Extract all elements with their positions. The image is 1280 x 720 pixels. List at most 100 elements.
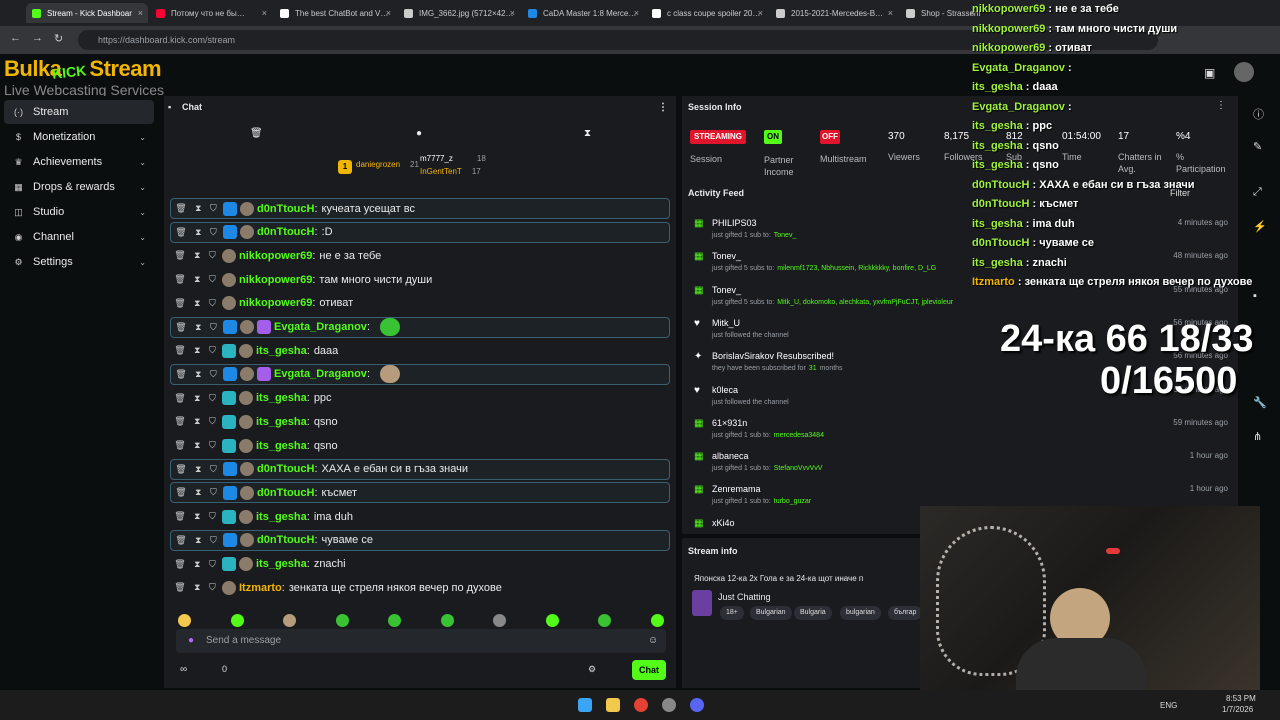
browser-tab[interactable]: IMG_3662.jpg (5712×42… ×: [398, 3, 520, 23]
sidebar-item-drops-rewards[interactable]: ▦ Drops & rewards ⌄: [4, 175, 154, 199]
chat-icon[interactable]: ▪: [1253, 290, 1257, 302]
chrome-icon[interactable]: [634, 698, 648, 712]
stream-tag[interactable]: 18+: [720, 606, 744, 620]
top-gifter[interactable]: 1 daniegrozen 21: [338, 160, 419, 174]
hourglass-icon[interactable]: ⧗: [194, 298, 200, 309]
hourglass-icon[interactable]: ⧗: [195, 369, 201, 380]
chat-username[interactable]: d0nTtoucH: [257, 487, 314, 499]
language-indicator[interactable]: ENG: [1160, 701, 1177, 710]
emote-icon[interactable]: [650, 614, 664, 627]
browser-tab[interactable]: c class coupe spoiler 20… ×: [646, 3, 768, 23]
activity-name[interactable]: 61×931n: [712, 418, 747, 428]
chat-username[interactable]: Itzmarto: [239, 582, 282, 594]
lightning-icon[interactable]: ⚡: [1253, 220, 1267, 233]
emote-icon[interactable]: [178, 614, 191, 627]
trash-icon[interactable]: 🗑: [174, 440, 185, 451]
chat-username[interactable]: nikkopower69: [239, 297, 312, 309]
obs-icon[interactable]: [662, 698, 676, 712]
clock-date[interactable]: 1/7/2026: [1222, 705, 1253, 714]
hourglass-icon[interactable]: ⧗: [194, 345, 200, 356]
chat-username[interactable]: d0nTtoucH: [257, 203, 314, 215]
share-icon[interactable]: ⋔: [1253, 430, 1262, 443]
activity-name[interactable]: Tonev_: [712, 251, 741, 261]
category-name[interactable]: Just Chatting: [718, 592, 771, 602]
trash-icon[interactable]: 🗑: [174, 511, 185, 522]
shield-icon[interactable]: ⛉: [210, 464, 217, 475]
chat-username[interactable]: d0nTtoucH: [257, 463, 314, 475]
chat-username[interactable]: d0nTtoucH: [257, 534, 314, 546]
stream-tag[interactable]: bulgarian: [840, 606, 881, 620]
hourglass-icon[interactable]: ⧗: [194, 582, 200, 593]
shield-icon[interactable]: ⛉: [209, 345, 216, 356]
hourglass-icon[interactable]: ⧗: [194, 511, 200, 522]
sidebar-item-achievements[interactable]: ♛ Achievements ⌄: [4, 150, 154, 174]
hourglass-icon[interactable]: ⧗: [194, 393, 200, 404]
windows-start-icon[interactable]: [578, 698, 592, 712]
hourglass-icon[interactable]: ⧗: [195, 227, 201, 238]
emote-icon[interactable]: [493, 614, 506, 627]
clock-time[interactable]: 8:53 PM: [1226, 694, 1256, 703]
expand-icon[interactable]: ⤢: [1253, 186, 1262, 199]
shield-icon[interactable]: ⛉: [210, 322, 217, 333]
shield-icon[interactable]: ⛉: [210, 535, 217, 546]
partner-income-toggle[interactable]: ON: [764, 130, 782, 144]
close-icon[interactable]: ×: [386, 8, 391, 18]
trash-icon[interactable]: 🗑: [175, 203, 186, 214]
sidebar-item-channel[interactable]: ◉ Channel ⌄: [4, 225, 154, 249]
activity-name[interactable]: albaneca: [712, 451, 749, 461]
shield-icon[interactable]: ⛉: [209, 440, 216, 451]
trash-icon[interactable]: 🗑: [174, 298, 185, 309]
hourglass-icon[interactable]: ⧗: [194, 416, 200, 427]
chevron-down-icon[interactable]: ⌄: [139, 158, 146, 167]
chat-username[interactable]: its_gesha: [256, 511, 307, 523]
trash-icon[interactable]: 🗑: [175, 487, 186, 498]
activity-name[interactable]: k0leca: [712, 385, 738, 395]
emote-icon[interactable]: [598, 614, 611, 627]
stream-tag[interactable]: българ: [888, 606, 923, 620]
hourglass-icon[interactable]: ⧗: [584, 128, 591, 139]
more-icon[interactable]: ⋮: [658, 102, 668, 113]
chat-username[interactable]: its_gesha: [256, 345, 307, 357]
trash-icon[interactable]: 🗑: [175, 369, 186, 380]
emote-icon[interactable]: [440, 614, 454, 627]
hourglass-icon[interactable]: ⧗: [195, 535, 201, 546]
activity-name[interactable]: BorislavSirakov Resubscribed!: [712, 351, 834, 361]
close-icon[interactable]: ×: [888, 8, 893, 18]
activity-name[interactable]: Zenremama: [712, 484, 761, 494]
trash-icon[interactable]: 🗑: [174, 345, 185, 356]
shield-icon[interactable]: ⛉: [209, 250, 216, 261]
hourglass-icon[interactable]: ⧗: [195, 487, 201, 498]
chevron-down-icon[interactable]: ⌄: [139, 183, 146, 192]
trash-icon[interactable]: 🗑: [250, 128, 263, 139]
shield-icon[interactable]: ⛉: [209, 298, 216, 309]
mic-icon[interactable]: ●: [188, 635, 194, 646]
trash-icon[interactable]: 🗑: [174, 582, 185, 593]
wrench-icon[interactable]: 🔧: [1253, 396, 1267, 409]
chevron-down-icon[interactable]: ⌄: [139, 133, 146, 142]
hourglass-icon[interactable]: ⧗: [194, 440, 200, 451]
stream-tag[interactable]: Bulgarian: [750, 606, 792, 620]
browser-tab[interactable]: Shop - Strassent…×: [900, 3, 980, 23]
trash-icon[interactable]: 🗑: [174, 416, 185, 427]
activity-name[interactable]: xKi4o: [712, 518, 735, 528]
message-input[interactable]: Send a message: [176, 629, 666, 653]
monitor-icon[interactable]: ▣: [1204, 66, 1215, 80]
close-icon[interactable]: ×: [510, 8, 515, 18]
trash-icon[interactable]: 🗑: [175, 227, 186, 238]
chevron-down-icon[interactable]: ⌄: [139, 258, 146, 267]
hourglass-icon[interactable]: ⧗: [195, 203, 201, 214]
more-icon[interactable]: ⋮: [1216, 100, 1226, 111]
browser-tab[interactable]: Потому что не бы… ×: [150, 3, 272, 23]
chevron-down-icon[interactable]: ⌄: [139, 233, 146, 242]
top-gifter[interactable]: InGentTenT 17: [420, 167, 481, 176]
sidebar-item-monetization[interactable]: $ Monetization ⌄: [4, 125, 154, 149]
browser-tab[interactable]: The best ChatBot and V… ×: [274, 3, 396, 23]
sidebar-item-studio[interactable]: ◫ Studio ⌄: [4, 200, 154, 224]
emote-icon[interactable]: [283, 614, 296, 627]
trash-icon[interactable]: 🗑: [174, 393, 185, 404]
shield-icon[interactable]: ⛉: [210, 227, 217, 238]
emote-icon[interactable]: [545, 614, 559, 627]
emote-icon[interactable]: [388, 614, 401, 627]
trash-icon[interactable]: 🗑: [174, 274, 185, 285]
shield-icon[interactable]: ⛉: [209, 274, 216, 285]
